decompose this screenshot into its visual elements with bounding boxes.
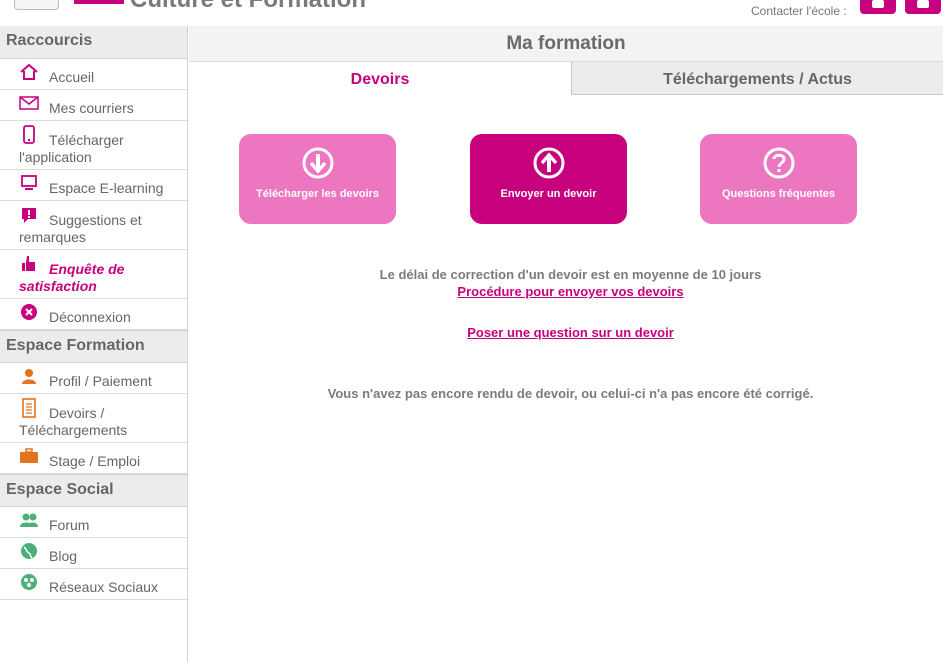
sidebar-item-label: Blog bbox=[49, 548, 78, 564]
sidebar-item-telecharger-application[interactable]: Télécharger l'application bbox=[0, 121, 187, 170]
download-circle-icon bbox=[301, 146, 335, 180]
sidebar-item-label: Télécharger l'application bbox=[19, 132, 124, 165]
envelope-icon bbox=[19, 93, 39, 113]
sidebar-item-deconnexion[interactable]: Déconnexion bbox=[0, 299, 187, 330]
thumbs-up-icon bbox=[19, 254, 39, 274]
action-label: Envoyer un devoir bbox=[500, 188, 597, 200]
logo[interactable] bbox=[74, 0, 124, 4]
phone-button[interactable] bbox=[860, 0, 896, 14]
sidebar-item-enquete-satisfaction[interactable]: Enquête de satisfaction bbox=[0, 250, 187, 299]
comment-alert-icon bbox=[19, 205, 39, 225]
brand-name[interactable]: Culture et Formation bbox=[130, 0, 366, 14]
sidebar-item-devoirs-telechargements[interactable]: Devoirs / Téléchargements bbox=[0, 394, 187, 443]
procedure-link[interactable]: Procédure pour envoyer vos devoirs bbox=[457, 284, 683, 299]
sidebar-item-blog[interactable]: Blog bbox=[0, 538, 187, 569]
sidebar-item-label: Stage / Emploi bbox=[49, 453, 141, 469]
sidebar-item-profil-paiement[interactable]: Profil / Paiement bbox=[0, 363, 187, 394]
briefcase-icon bbox=[19, 446, 39, 466]
sidebar: Raccourcis Accueil Mes courriers Télécha… bbox=[0, 26, 188, 662]
sidebar-item-label: Accueil bbox=[49, 69, 95, 85]
sidebar-item-label: Espace E-learning bbox=[49, 180, 164, 196]
sidebar-item-accueil[interactable]: Accueil bbox=[0, 59, 187, 90]
tab-devoirs[interactable]: Devoirs bbox=[189, 62, 571, 95]
globe-icon bbox=[19, 541, 39, 561]
monitor-icon bbox=[19, 173, 39, 193]
user-icon bbox=[19, 366, 39, 386]
sidebar-item-suggestions[interactable]: Suggestions et remarques bbox=[0, 201, 187, 250]
ask-question-link[interactable]: Poser une question sur un devoir bbox=[467, 325, 674, 340]
section-title-espace-social: Espace Social bbox=[0, 474, 187, 507]
question-circle-icon bbox=[762, 146, 796, 180]
sidebar-item-forum[interactable]: Forum bbox=[0, 507, 187, 538]
sidebar-item-label: Profil / Paiement bbox=[49, 373, 152, 389]
sidebar-item-label: Déconnexion bbox=[49, 309, 131, 325]
procedure-link-row: Procédure pour envoyer vos devoirs bbox=[189, 284, 943, 299]
phone-icon bbox=[872, 0, 884, 8]
users-icon bbox=[19, 510, 39, 530]
tab-telechargements-actus[interactable]: Téléchargements / Actus bbox=[571, 62, 943, 95]
assignment-status-text: Vous n'avez pas encore rendu de devoir, … bbox=[327, 386, 814, 401]
question-link-row: Poser une question sur un devoir bbox=[189, 325, 943, 340]
mail-icon bbox=[917, 0, 929, 8]
sidebar-item-label: Forum bbox=[49, 517, 90, 533]
sidebar-item-label: Enquête de satisfaction bbox=[19, 261, 125, 294]
faq-button[interactable]: Questions fréquentes bbox=[700, 134, 857, 224]
top-header: Culture et Formation Contacter l'école : bbox=[0, 0, 943, 26]
main-content: Ma formation Devoirs Téléchargements / A… bbox=[189, 26, 943, 662]
mobile-icon bbox=[19, 125, 39, 145]
sidebar-item-label: Devoirs / Téléchargements bbox=[19, 405, 128, 438]
download-assignments-button[interactable]: Télécharger les devoirs bbox=[239, 134, 396, 224]
home-icon bbox=[19, 62, 39, 82]
hamburger-menu-button[interactable] bbox=[14, 0, 59, 10]
network-icon bbox=[19, 572, 39, 592]
mail-button[interactable] bbox=[905, 0, 941, 14]
correction-delay-text: Le délai de correction d'un devoir est e… bbox=[379, 267, 762, 282]
sidebar-item-label: Réseaux Sociaux bbox=[49, 579, 158, 595]
section-title-espace-formation: Espace Formation bbox=[0, 330, 187, 363]
sidebar-item-stage-emploi[interactable]: Stage / Emploi bbox=[0, 443, 187, 474]
section-title-raccourcis: Raccourcis bbox=[0, 26, 187, 59]
sidebar-item-label: Suggestions et remarques bbox=[19, 212, 142, 245]
sidebar-item-mes-courriers[interactable]: Mes courriers bbox=[0, 90, 187, 121]
sidebar-item-label: Mes courriers bbox=[49, 100, 134, 116]
tab-bar: Devoirs Téléchargements / Actus bbox=[189, 62, 943, 95]
close-circle-icon bbox=[19, 302, 39, 322]
sidebar-item-reseaux-sociaux[interactable]: Réseaux Sociaux bbox=[0, 569, 187, 600]
action-label: Télécharger les devoirs bbox=[256, 188, 379, 200]
sidebar-item-espace-elearning[interactable]: Espace E-learning bbox=[0, 170, 187, 201]
page-title: Ma formation bbox=[189, 26, 943, 62]
contact-label: Contacter l'école : bbox=[751, 4, 847, 18]
upload-circle-icon bbox=[532, 146, 566, 180]
document-icon bbox=[19, 398, 39, 418]
send-assignment-button[interactable]: Envoyer un devoir bbox=[470, 134, 627, 224]
action-label: Questions fréquentes bbox=[721, 188, 836, 200]
